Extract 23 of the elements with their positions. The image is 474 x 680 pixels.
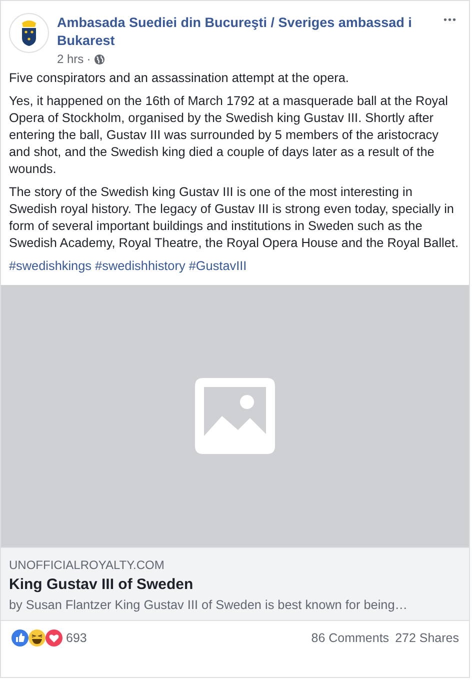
post-paragraph: Five conspirators and an assassination attempt at the opera.	[9, 70, 350, 87]
crest-avatar-icon[interactable]	[9, 13, 49, 53]
post-paragraph: The story of the Swedish king Gustav III is one of the most interesting in Swedish royal history. The legacy of Gustav III is strong even today, specially in form of several important buildings and institutions in Sweden such as the Swedish Academy, Royal Theatre, the Royal Opera House and the Royal Ballet.	[9, 184, 460, 252]
image-icon	[195, 378, 275, 454]
hashtag-link[interactable]: #GustavIII	[188, 259, 247, 273]
hashtag-link[interactable]: #swedishkings	[9, 259, 92, 273]
shares-count-link[interactable]: 272 Shares	[395, 631, 459, 645]
link-preview[interactable]: UNOFFICIALROYALTY.COM King Gustav III of Sweden by Susan Flantzer King Gustav III of Sweden is best known for being…	[1, 547, 469, 621]
separator-dot: ·	[86, 52, 91, 66]
link-description: by Susan Flantzer King Gustav III of Sweden is best known for being…	[9, 598, 408, 612]
link-title: King Gustav III of Sweden	[9, 575, 194, 595]
page-name-link[interactable]: Ambasada Suediei din Bucureşti / Sveriges ambassad i Bukarest	[57, 14, 436, 50]
hashtag-link[interactable]: #swedishhistory	[95, 259, 186, 273]
globe-icon	[94, 54, 105, 64]
heart-reaction-icon[interactable]	[45, 629, 63, 647]
like-reaction-icon[interactable]	[11, 629, 29, 647]
post-paragraph: Yes, it happened on the 16th of March 1792 at a masquerade ball at the Royal Opera of Stockholm, organised by the Swedish king Gustav III. Shortly after entering the ball, Gustav III was surrounded by 5 members of the aristocracy and shot, and the Swedish king died a couple of days later as a result of the wounds.	[9, 93, 449, 178]
more-options-button[interactable]: •••	[443, 13, 457, 26]
comments-count-link[interactable]: 86 Comments	[311, 631, 390, 645]
laughing-reaction-icon[interactable]	[28, 629, 46, 647]
post-time[interactable]: 2 hrs	[57, 52, 84, 66]
link-domain: UNOFFICIALROYALTY.COM	[9, 558, 166, 572]
reaction-count[interactable]: 693	[66, 631, 87, 645]
